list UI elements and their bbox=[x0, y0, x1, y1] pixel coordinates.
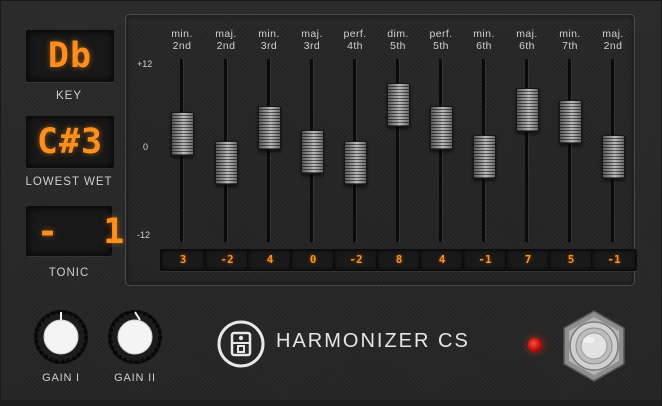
slider-track[interactable] bbox=[439, 59, 442, 242]
scale-bottom-label: -12 bbox=[137, 230, 151, 240]
lowest-wet-display[interactable]: C#3 bbox=[26, 116, 114, 168]
interval-value-display: -1 bbox=[591, 249, 637, 271]
knob-icon bbox=[108, 310, 162, 364]
scale-top-label: +12 bbox=[137, 59, 153, 69]
interval-value-display: 3 bbox=[160, 249, 206, 271]
key-display[interactable]: Db bbox=[26, 30, 114, 82]
product-title: HARMONIZER CS bbox=[276, 330, 470, 352]
interval-slider-7[interactable]: perf. 5th 4 bbox=[419, 15, 465, 287]
interval-slider-8[interactable]: min. 6th -1 bbox=[462, 15, 508, 287]
interval-value-display: 0 bbox=[290, 249, 336, 271]
knob-icon bbox=[34, 310, 88, 364]
footswitch-icon[interactable] bbox=[556, 308, 632, 384]
scale-mid-label: 0 bbox=[143, 142, 149, 152]
gain-1-knob[interactable] bbox=[33, 309, 89, 365]
slider-track[interactable] bbox=[267, 59, 270, 242]
interval-slider-5[interactable]: perf. 4th -2 bbox=[333, 15, 379, 287]
gain-2-knob[interactable] bbox=[107, 309, 163, 365]
interval-name-label: 2nd bbox=[603, 40, 623, 52]
tonic-display[interactable]: - 1 bbox=[26, 206, 124, 256]
interval-value-display: 8 bbox=[376, 249, 422, 271]
gain-2-label: GAIN II bbox=[114, 372, 156, 384]
interval-slider-9[interactable]: maj. 6th 7 bbox=[505, 15, 551, 287]
interval-slider-4[interactable]: maj. 3rd 0 bbox=[290, 15, 336, 287]
interval-slider-6[interactable]: dim. 5th 8 bbox=[376, 15, 422, 287]
harmonizer-panel: Db KEY C#3 LOWEST WET - 1 TONIC +12 0 -1… bbox=[0, 0, 662, 406]
lowest-wet-label: LOWEST WET bbox=[25, 176, 113, 188]
logo-icon bbox=[217, 320, 265, 368]
interval-slider-2[interactable]: maj. 2nd -2 bbox=[204, 15, 250, 287]
tonic-label: TONIC bbox=[48, 267, 90, 279]
interval-quality-label: maj. bbox=[602, 28, 624, 40]
interval-value-display: -2 bbox=[333, 249, 379, 271]
status-led bbox=[528, 338, 542, 352]
slider-thumb[interactable] bbox=[473, 135, 496, 180]
interval-value-display: 4 bbox=[247, 249, 293, 271]
slider-track[interactable] bbox=[525, 59, 528, 242]
slider-thumb[interactable] bbox=[430, 106, 453, 150]
slider-thumb[interactable] bbox=[215, 141, 238, 186]
slider-thumb[interactable] bbox=[301, 129, 324, 174]
interval-slider-3[interactable]: min. 3rd 4 bbox=[247, 15, 293, 287]
interval-value-display: 4 bbox=[419, 249, 465, 271]
slider-thumb[interactable] bbox=[516, 88, 539, 133]
interval-slider-panel: +12 0 -12 min. 2nd 3 maj. 2nd -2 min. 3rd 4 maj. 3… bbox=[125, 14, 637, 287]
interval-slider-11[interactable]: maj. 2nd -1 bbox=[591, 15, 637, 287]
slider-thumb[interactable] bbox=[171, 111, 194, 156]
slider-track[interactable] bbox=[568, 59, 571, 242]
slider-thumb[interactable] bbox=[258, 106, 281, 150]
interval-value-display: -1 bbox=[462, 249, 508, 271]
gain-1-label: GAIN I bbox=[42, 372, 80, 384]
interval-value-display: 7 bbox=[505, 249, 551, 271]
slider-thumb[interactable] bbox=[344, 141, 367, 186]
interval-slider-1[interactable]: min. 2nd 3 bbox=[160, 15, 206, 287]
interval-value-display: -2 bbox=[204, 249, 250, 271]
slider-thumb[interactable] bbox=[559, 100, 582, 145]
slider-thumb[interactable] bbox=[602, 135, 625, 180]
interval-value-display: 5 bbox=[548, 249, 594, 271]
key-label: KEY bbox=[55, 90, 82, 102]
slider-thumb[interactable] bbox=[387, 82, 410, 127]
interval-slider-10[interactable]: min. 7th 5 bbox=[548, 15, 594, 287]
